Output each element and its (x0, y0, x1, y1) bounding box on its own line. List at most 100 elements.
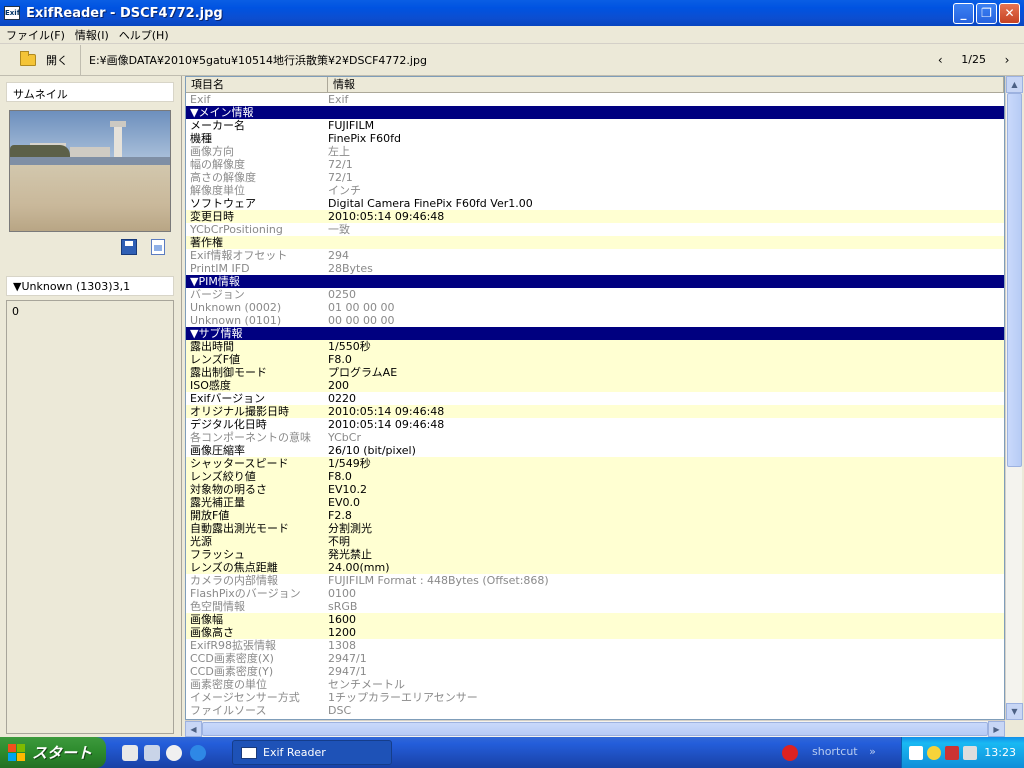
scroll-up-button[interactable]: ▲ (1006, 76, 1023, 93)
table-row[interactable]: デジタル化日時 2010:05:14 09:46:48 (186, 418, 1004, 431)
menu-file[interactable]: ファイル(F) (6, 27, 65, 43)
minimize-button[interactable]: _ (953, 2, 974, 24)
table-row[interactable]: 光源 不明 (186, 535, 1004, 548)
table-row[interactable]: 解像度単位 インチ (186, 184, 1004, 197)
toolbar: 開く E:¥画像DATA¥2010¥5gatu¥10514地行浜散策¥2¥DSC… (0, 44, 1024, 76)
table-row[interactable]: カメラの内部情報 FUJIFILM Format : 448Bytes (Offs… (186, 574, 1004, 587)
row-key: Exifバージョン (190, 392, 266, 405)
save-icon[interactable] (121, 239, 137, 255)
table-row[interactable]: フラッシュ 発光禁止 (186, 548, 1004, 561)
resize-grip[interactable] (1005, 720, 1024, 737)
row-value: F8.0 (328, 470, 352, 483)
table-row[interactable]: 著作権 (186, 236, 1004, 249)
table-row[interactable]: レンズF値 F8.0 (186, 353, 1004, 366)
table-row[interactable]: 機種 FinePix F60fd (186, 132, 1004, 145)
media-player-icon[interactable] (166, 745, 182, 761)
table-row[interactable]: 画像高さ 1200 (186, 626, 1004, 639)
row-value: 1/549秒 (328, 457, 371, 470)
table-row[interactable]: ファイルソース DSC (186, 704, 1004, 717)
row-value: EV10.2 (328, 483, 367, 496)
internet-explorer-icon[interactable] (190, 745, 206, 761)
table-row[interactable]: Exifバージョン 0220 (186, 392, 1004, 405)
table-row[interactable]: CCD画素密度(Y) 2947/1 (186, 665, 1004, 678)
table-row[interactable]: レンズの焦点距離 24.00(mm) (186, 561, 1004, 574)
tray-app-icon[interactable] (782, 745, 798, 761)
shortcut-label: shortcut (812, 745, 858, 758)
chevron-icon[interactable]: » (869, 745, 876, 758)
section-header-row[interactable]: ▼サブ情報 (186, 327, 1004, 340)
explorer-icon[interactable] (144, 745, 160, 761)
column-key-header[interactable]: 項目名 (186, 77, 328, 92)
row-key: 画像高さ (190, 626, 234, 639)
table-row[interactable]: 幅の解像度 72/1 (186, 158, 1004, 171)
prev-button[interactable]: ‹ (933, 53, 947, 67)
row-key: 画像幅 (190, 613, 223, 626)
row-value: 26/10 (bit/pixel) (328, 444, 416, 457)
table-row[interactable]: ソフトウェア Digital Camera FinePix F60fd Ver1.… (186, 197, 1004, 210)
row-key: FlashPixのバージョン (190, 587, 301, 600)
table-row[interactable]: イメージセンサー方式 1チップカラーエリアセンサー (186, 691, 1004, 704)
row-value: 左上 (328, 145, 350, 158)
section-header-row[interactable]: ▼PIM情報 (186, 275, 1004, 288)
scroll-thumb[interactable] (1007, 93, 1022, 467)
table-row[interactable]: CCD画素密度(X) 2947/1 (186, 652, 1004, 665)
table-row[interactable]: Exif情報オフセット 294 (186, 249, 1004, 262)
table-row[interactable]: PrintIM IFD 28Bytes (186, 262, 1004, 275)
close-button[interactable]: ✕ (999, 2, 1020, 24)
table-row[interactable]: 画素密度の単位 センチメートル (186, 678, 1004, 691)
table-row[interactable]: ISO感度 200 (186, 379, 1004, 392)
shortcut-toolbar[interactable]: shortcut » (812, 745, 876, 758)
table-row[interactable]: 各コンポーネントの意味 YCbCr (186, 431, 1004, 444)
desktop-icon[interactable] (122, 745, 138, 761)
vertical-scrollbar[interactable]: ▲ ▼ (1005, 76, 1023, 720)
table-row[interactable]: 高さの解像度 72/1 (186, 171, 1004, 184)
open-button[interactable]: 開く (0, 44, 81, 75)
table-row[interactable]: Unknown (0002) 01 00 00 00 (186, 301, 1004, 314)
next-button[interactable]: › (1000, 53, 1014, 67)
table-row[interactable]: 露出制御モード プログラムAE (186, 366, 1004, 379)
scroll-down-button[interactable]: ▼ (1006, 703, 1023, 720)
column-value-header[interactable]: 情報 (328, 77, 1004, 92)
table-row[interactable]: 画像圧縮率 26/10 (bit/pixel) (186, 444, 1004, 457)
table-row[interactable]: 露光補正量 EV0.0 (186, 496, 1004, 509)
tray-icon-3[interactable] (945, 746, 959, 760)
hscroll-thumb[interactable] (202, 722, 988, 736)
table-row[interactable]: 色空間情報 sRGB (186, 600, 1004, 613)
table-row[interactable]: YCbCrPositioning 一致 (186, 223, 1004, 236)
table-row[interactable]: ExifR98拡張情報 1308 (186, 639, 1004, 652)
table-row[interactable]: 画像幅 1600 (186, 613, 1004, 626)
table-row[interactable]: シャッタースピード 1/549秒 (186, 457, 1004, 470)
scroll-right-button[interactable]: ▶ (988, 721, 1005, 737)
table-row[interactable]: 対象物の明るさ EV10.2 (186, 483, 1004, 496)
restore-button[interactable]: ❐ (976, 2, 997, 24)
row-value: 0250 (328, 288, 356, 301)
table-row[interactable]: Unknown (0101) 00 00 00 00 (186, 314, 1004, 327)
taskbar-exif-reader[interactable]: Exif Reader (232, 740, 392, 765)
speaker-icon[interactable] (963, 746, 977, 760)
table-row[interactable]: メーカー名 FUJIFILM (186, 119, 1004, 132)
row-value: sRGB (328, 600, 358, 613)
table-row[interactable]: レンズ絞り値 F8.0 (186, 470, 1004, 483)
section-title: ▼PIM情報 (190, 275, 240, 288)
tray-icon-1[interactable] (909, 746, 923, 760)
scroll-left-button[interactable]: ◀ (185, 721, 202, 737)
row-key: YCbCrPositioning (190, 223, 283, 236)
section-header-row[interactable]: ▼メイン情報 (186, 106, 1004, 119)
menu-help[interactable]: ヘルプ(H) (119, 27, 169, 43)
row-key: 変更日時 (190, 210, 234, 223)
table-row[interactable]: バージョン 0250 (186, 288, 1004, 301)
start-button[interactable]: スタート (0, 737, 106, 768)
table-row[interactable]: オリジナル撮影日時 2010:05:14 09:46:48 (186, 405, 1004, 418)
tray-icon-2[interactable] (927, 746, 941, 760)
table-row[interactable]: Exif Exif (186, 93, 1004, 106)
table-row[interactable]: 画像方向 左上 (186, 145, 1004, 158)
horizontal-scrollbar[interactable]: ◀ ▶ (185, 720, 1005, 737)
table-row[interactable]: 開放F値 F2.8 (186, 509, 1004, 522)
table-row[interactable]: FlashPixのバージョン 0100 (186, 587, 1004, 600)
table-row[interactable]: 変更日時 2010:05:14 09:46:48 (186, 210, 1004, 223)
table-row[interactable]: 自動露出測光モード 分割測光 (186, 522, 1004, 535)
menu-info[interactable]: 情報(I) (75, 27, 109, 43)
copy-icon[interactable] (151, 239, 165, 255)
table-row[interactable]: 露出時間 1/550秒 (186, 340, 1004, 353)
row-value: 2947/1 (328, 652, 367, 665)
